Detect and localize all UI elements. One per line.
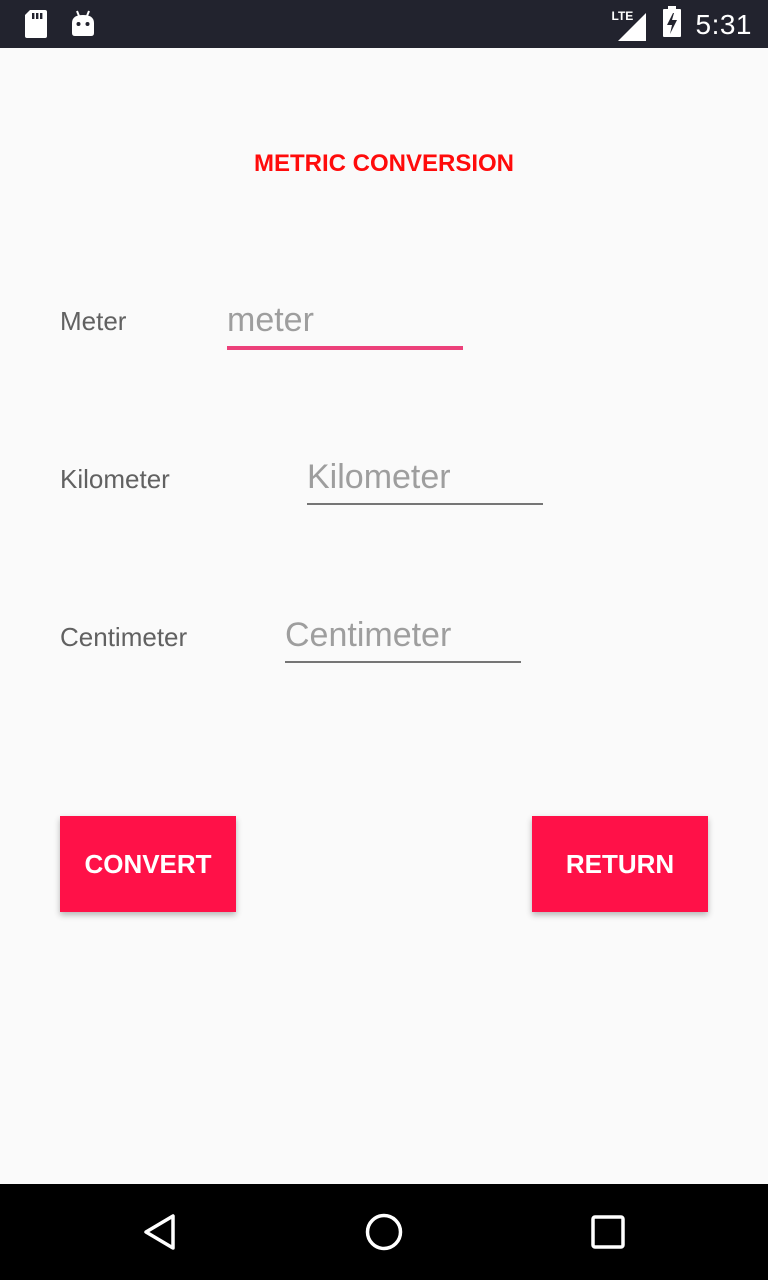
kilometer-label: Kilometer	[60, 464, 170, 494]
kilometer-input[interactable]	[307, 457, 543, 497]
sd-card-icon	[24, 9, 48, 44]
page-title: METRIC CONVERSION	[253, 150, 514, 177]
meter-input[interactable]	[227, 300, 463, 340]
home-icon[interactable]	[360, 1208, 408, 1256]
centimeter-input-underline	[285, 661, 521, 663]
return-button[interactable]: RETURN	[532, 816, 708, 912]
kilometer-input-underline	[307, 503, 543, 505]
meter-label: Meter	[60, 306, 127, 336]
centimeter-label: Centimeter	[60, 622, 188, 652]
status-bar: LTE 5:31	[0, 0, 768, 48]
meter-input-underline	[227, 346, 463, 350]
status-left	[24, 9, 96, 44]
convert-button[interactable]: CONVERT	[60, 816, 236, 912]
back-icon[interactable]	[136, 1208, 184, 1256]
status-right: LTE 5:31	[612, 6, 753, 43]
battery-charging-icon	[662, 6, 682, 43]
screen: LTE 5:31 METRIC CONVERSION Meter Kilomet…	[0, 0, 768, 1280]
signal-icon: LTE	[612, 7, 648, 43]
navigation-bar	[0, 1184, 768, 1280]
centimeter-input[interactable]	[285, 615, 521, 655]
android-icon	[70, 9, 96, 44]
clock: 5:31	[695, 8, 752, 40]
recents-icon[interactable]	[584, 1208, 632, 1256]
